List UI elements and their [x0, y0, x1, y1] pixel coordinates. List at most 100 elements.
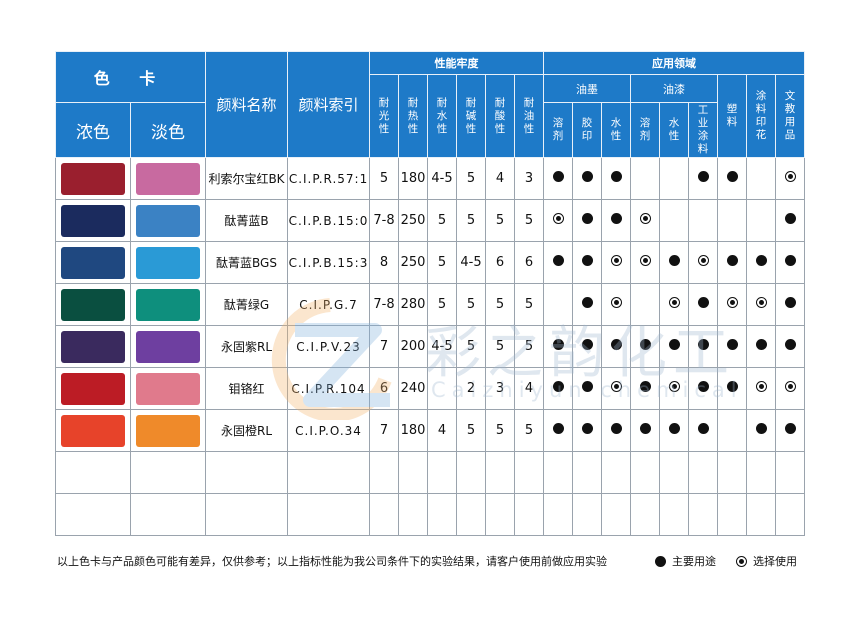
application-cell	[572, 283, 603, 326]
fastness-value: 3	[514, 157, 545, 200]
application-cell	[659, 241, 690, 284]
empty-cell	[543, 493, 574, 536]
light-color-swatch	[136, 246, 200, 279]
application-cell	[746, 367, 777, 410]
light-color-swatch	[136, 162, 200, 195]
light-color-swatch	[136, 330, 200, 363]
empty-row	[55, 451, 806, 494]
fastness-value: 5	[514, 325, 545, 368]
main-use-icon	[610, 213, 622, 224]
dark-color-swatch	[61, 162, 125, 195]
empty-cell	[369, 493, 400, 536]
paint-col-heading: 溶剂	[630, 102, 661, 158]
paint-col-heading: 水性	[659, 102, 690, 158]
dark-color-swatch	[61, 414, 125, 447]
fastness-value: 5	[427, 283, 458, 326]
application-cell	[601, 157, 632, 200]
application-cell	[630, 199, 661, 242]
fastness-value: 7	[369, 409, 400, 452]
application-cell	[688, 367, 719, 410]
empty-cell	[55, 451, 131, 494]
fastness-value: 7-8	[369, 199, 400, 242]
empty-cell	[129, 493, 207, 536]
application-cell	[717, 283, 748, 326]
application-cell	[601, 241, 632, 284]
pigment-index: C.I.P.G.7	[287, 283, 371, 326]
empty-cell	[485, 493, 516, 536]
empty-cell	[688, 493, 719, 536]
main-use-icon	[610, 171, 622, 182]
dark-swatch-cell	[55, 283, 131, 326]
application-cell	[659, 157, 690, 200]
dark-swatch-cell	[55, 409, 131, 452]
application-cell	[775, 241, 806, 284]
empty-cell	[688, 451, 719, 494]
dark-color-heading: 浓色	[55, 102, 131, 158]
light-swatch-cell	[129, 325, 207, 368]
optional-use-icon	[755, 297, 767, 308]
light-color-swatch	[136, 204, 200, 237]
application-cell	[630, 157, 661, 200]
ink-col-heading: 胶印	[572, 102, 603, 158]
application-cell	[775, 199, 806, 242]
pigment-table-body: 利索尔宝红BK C.I.P.R.57:1 5 180 4-5 5 4 3 酞菁蓝B C.I.P.B…	[55, 157, 806, 536]
main-use-icon	[581, 297, 593, 308]
application-cell	[717, 409, 748, 452]
light-color-swatch	[136, 414, 200, 447]
empty-cell	[746, 451, 777, 494]
optional-use-icon	[639, 213, 651, 224]
main-use-icon	[581, 255, 593, 266]
fastness-value: 4	[514, 367, 545, 410]
main-use-icon	[581, 381, 593, 392]
light-color-swatch	[136, 372, 200, 405]
fastness-col-heading: 耐热性	[398, 74, 429, 158]
ink-heading: 油墨	[543, 74, 632, 103]
application-cell	[688, 283, 719, 326]
fastness-col-heading: 耐水性	[427, 74, 458, 158]
application-cell	[717, 157, 748, 200]
main-use-icon	[639, 381, 651, 392]
light-color-swatch	[136, 288, 200, 321]
paint-col-heading: 工业涂料	[688, 102, 719, 158]
fastness-value: 5	[485, 199, 516, 242]
main-use-icon	[581, 213, 593, 224]
fastness-value: 280	[398, 283, 429, 326]
paint-heading: 油漆	[630, 74, 719, 103]
empty-cell	[572, 451, 603, 494]
pigment-name: 酞菁绿G	[205, 283, 289, 326]
application-cell	[572, 325, 603, 368]
light-swatch-cell	[129, 367, 207, 410]
application-cell	[775, 325, 806, 368]
pigment-index: C.I.P.B.15:3	[287, 241, 371, 284]
pigment-index: C.I.P.O.34	[287, 409, 371, 452]
application-cell	[688, 241, 719, 284]
fastness-value: 5	[369, 157, 400, 200]
main-use-icon	[552, 255, 564, 266]
optional-use-icon	[755, 381, 767, 392]
table-row: 钼铬红 C.I.P.R.104 6 240 2 3 4	[55, 367, 806, 410]
application-cell	[746, 409, 777, 452]
fastness-col-heading: 耐油性	[514, 74, 545, 158]
main-use-icon	[726, 339, 738, 350]
fastness-value: 8	[369, 241, 400, 284]
empty-cell	[775, 451, 806, 494]
application-cell	[688, 325, 719, 368]
application-cell	[659, 367, 690, 410]
table-row: 酞菁绿G C.I.P.G.7 7-8 280 5 5 5 5	[55, 283, 806, 326]
application-cell	[572, 409, 603, 452]
application-cell	[601, 409, 632, 452]
main-use-icon	[668, 339, 680, 350]
application-cell	[717, 199, 748, 242]
main-use-icon	[655, 555, 666, 567]
application-cell	[601, 199, 632, 242]
fastness-value: 5	[514, 199, 545, 242]
application-cell	[572, 241, 603, 284]
main-use-icon	[552, 339, 564, 350]
color-card-table: 色 卡 颜料名称 颜料索引 性能牢度 应用领域 耐光性 耐热性 耐水性 耐碱性 …	[54, 51, 806, 536]
light-swatch-cell	[129, 241, 207, 284]
empty-cell	[601, 493, 632, 536]
application-col-heading: 塑料	[717, 74, 748, 158]
empty-cell	[601, 451, 632, 494]
application-col-heading: 文教用品	[775, 74, 806, 158]
application-cell	[630, 283, 661, 326]
